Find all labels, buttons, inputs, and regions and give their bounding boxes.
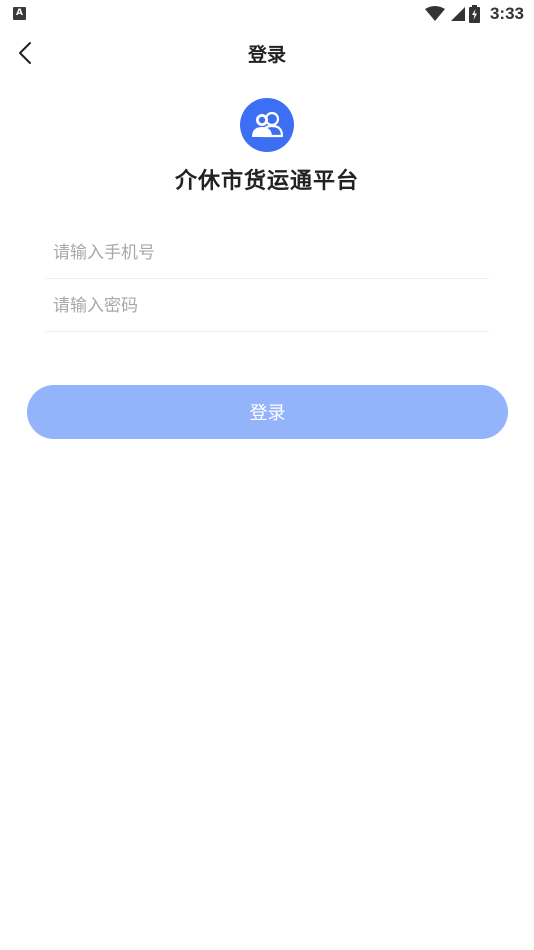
status-time: 3:33 [489, 4, 524, 23]
password-field [45, 280, 489, 332]
page-title: 登录 [247, 44, 286, 66]
phone-field [45, 227, 489, 279]
app-name: 介休市货运通平台 [174, 169, 359, 194]
password-input[interactable] [45, 280, 489, 331]
status-indicators: 3:33 [424, 3, 524, 25]
notification-app-icon: A [13, 7, 26, 20]
users-icon [252, 111, 284, 138]
status-bar: A 3:33 [0, 0, 534, 28]
cellular-signal-icon [450, 7, 465, 21]
app-logo [240, 98, 294, 152]
login-button[interactable]: 登录 [27, 385, 508, 439]
navigation-bar: 登录 [0, 28, 534, 78]
battery-icon [468, 5, 480, 23]
wifi-icon [424, 6, 445, 21]
phone-input[interactable] [45, 227, 489, 278]
